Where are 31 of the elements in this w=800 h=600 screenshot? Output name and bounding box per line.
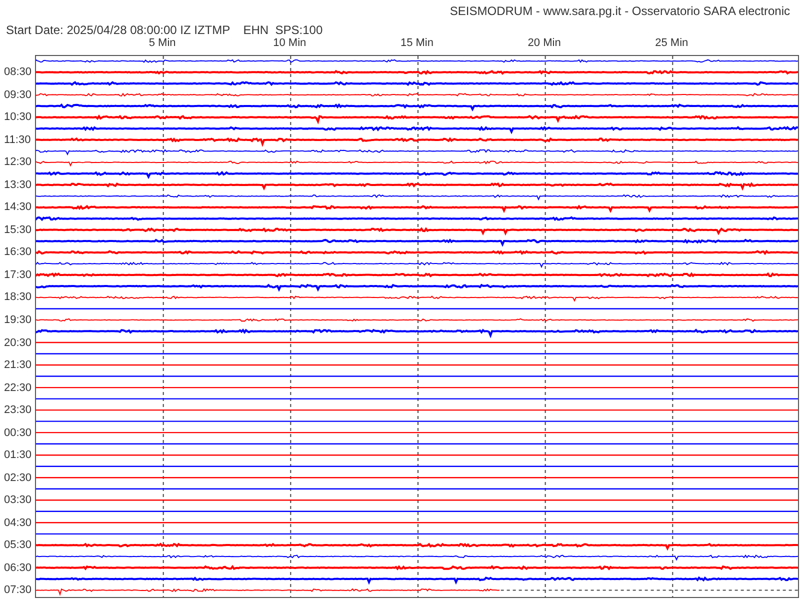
time-label: 18:30: [4, 291, 32, 304]
axis-tick-label: 10 Min: [273, 36, 306, 51]
time-label: 03:30: [4, 494, 32, 506]
time-label: 00:30: [4, 426, 32, 439]
time-label: 17:30: [4, 268, 32, 281]
time-label: 09:30: [4, 88, 32, 101]
time-label: 14:30: [4, 201, 32, 214]
axis-tick-label: 25 Min: [655, 36, 688, 51]
time-label: 04:30: [4, 516, 32, 529]
time-label: 12:30: [4, 156, 32, 168]
time-label: 01:30: [4, 449, 32, 462]
time-label: 02:30: [4, 472, 32, 484]
time-label: 13:30: [4, 178, 32, 191]
axis-tick-label: 5 Min: [148, 36, 176, 51]
time-label: 11:30: [4, 134, 31, 146]
time-label: 20:30: [4, 336, 32, 348]
time-label: 19:30: [4, 314, 32, 326]
time-label: 10:30: [4, 111, 32, 124]
time-label: 21:30: [4, 359, 32, 372]
time-label: 08:30: [4, 66, 32, 78]
time-label: 15:30: [4, 224, 32, 236]
start-date-info: Start Date: 2025/04/28 08:00:00 IZ IZTMP EHN SPS:100: [6, 23, 323, 37]
axis-tick-label: 20 Min: [528, 36, 561, 51]
time-label: 06:30: [4, 562, 32, 574]
time-label: 05:30: [4, 539, 32, 552]
time-label: 16:30: [4, 246, 32, 258]
time-label: 07:30: [4, 584, 32, 596]
time-label: 23:30: [4, 404, 32, 416]
time-label: 22:30: [4, 382, 32, 394]
page-title: SEISMODRUM - www.sara.pg.it - Osservatorio SARA electronic: [450, 4, 790, 16]
axis-tick-label: 15 Min: [400, 36, 434, 51]
